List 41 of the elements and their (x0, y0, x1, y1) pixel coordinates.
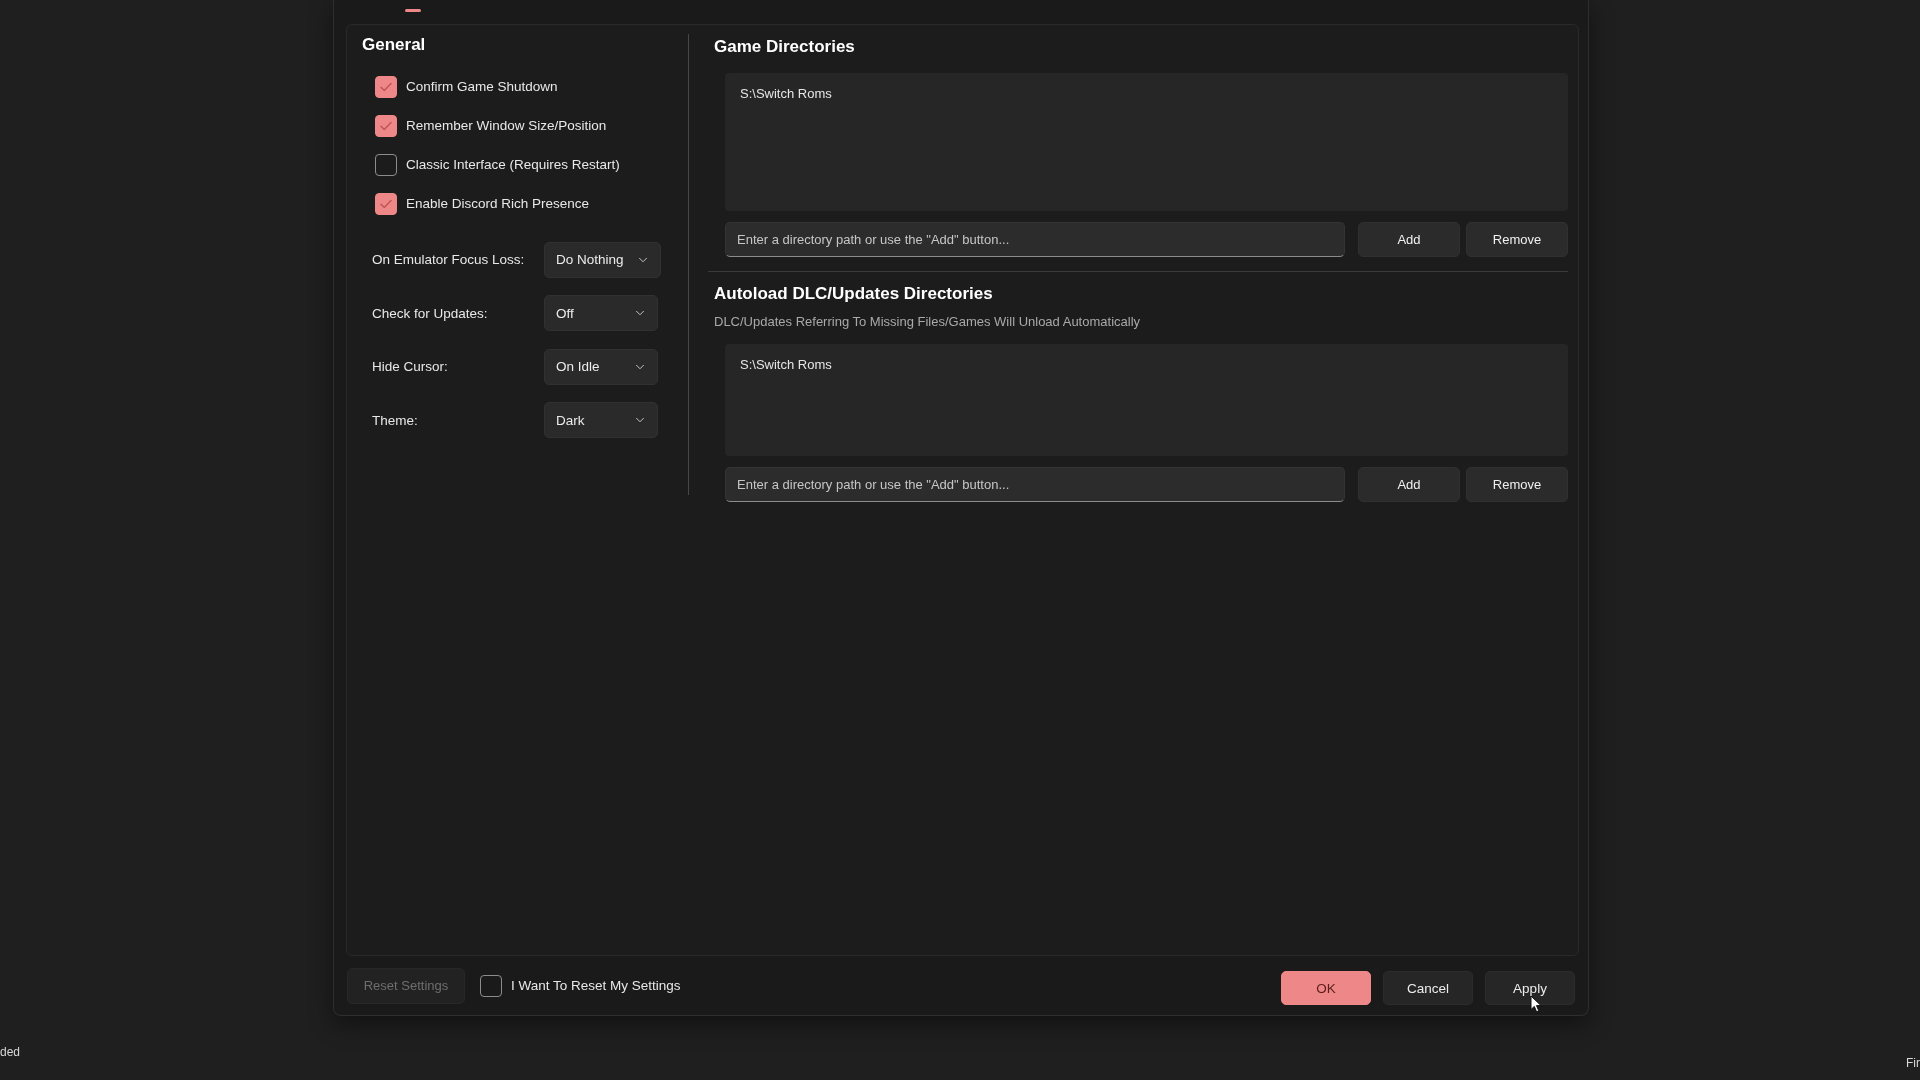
checkbox[interactable] (375, 192, 397, 215)
dropdown[interactable]: Off (544, 295, 658, 332)
dropdown[interactable]: Do Nothing (544, 241, 661, 278)
section-subtitle: DLC/Updates Referring To Missing Files/Games Will Unload Automatically (713, 313, 1142, 331)
field-label: On Emulator Focus Loss: (372, 252, 526, 268)
directory-path-input[interactable]: Enter a directory path or use the "Add" button... (725, 222, 1345, 257)
primary-button[interactable]: OK (1281, 971, 1371, 1005)
remove-button[interactable]: Remove (1466, 222, 1568, 257)
dropdown[interactable]: Dark (544, 402, 658, 439)
checkbox-label[interactable]: Classic Interface (Requires Restart) (406, 157, 620, 172)
checkbox-label[interactable]: Confirm Game Shutdown (406, 79, 558, 94)
dropdown[interactable]: On Idle (544, 348, 658, 385)
directory-entry[interactable]: S:\Switch Roms (740, 85, 832, 103)
directory-list[interactable]: S:\Switch Roms (725, 73, 1568, 211)
checkbox[interactable] (480, 974, 502, 997)
checkbox-label[interactable]: I Want To Reset My Settings (511, 978, 681, 993)
field-label: Hide Cursor: (372, 359, 449, 375)
add-button[interactable]: Add (1358, 467, 1460, 502)
section-title: General (362, 34, 427, 56)
mouse-pointer-icon (1530, 995, 1542, 1013)
section-title: Game Directories (714, 36, 856, 58)
checkbox[interactable] (375, 75, 397, 98)
checkmark-icon (380, 198, 392, 209)
directory-path-input[interactable]: Enter a directory path or use the "Add" button... (725, 467, 1345, 502)
field-label: Check for Updates: (372, 305, 489, 321)
section-title: Autoload DLC/Updates Directories (714, 283, 994, 305)
checkmark-icon (380, 81, 392, 92)
add-button[interactable]: Add (1358, 222, 1460, 257)
active-tab-indicator (405, 9, 421, 12)
background-text: ded (0, 1045, 21, 1059)
checkbox[interactable] (375, 114, 397, 137)
directory-list[interactable]: S:\Switch Roms (725, 344, 1568, 456)
checkbox[interactable] (375, 153, 397, 176)
checkbox-label[interactable]: Enable Discord Rich Presence (406, 196, 590, 211)
checkbox-label[interactable]: Remember Window Size/Position (406, 118, 607, 133)
background-text: Fir (1906, 1056, 1920, 1070)
checkmark-icon (380, 120, 392, 131)
directory-entry[interactable]: S:\Switch Roms (740, 356, 832, 374)
dialog-button[interactable]: Cancel (1383, 971, 1473, 1005)
remove-button[interactable]: Remove (1466, 467, 1568, 502)
field-label: Theme: (372, 412, 419, 428)
